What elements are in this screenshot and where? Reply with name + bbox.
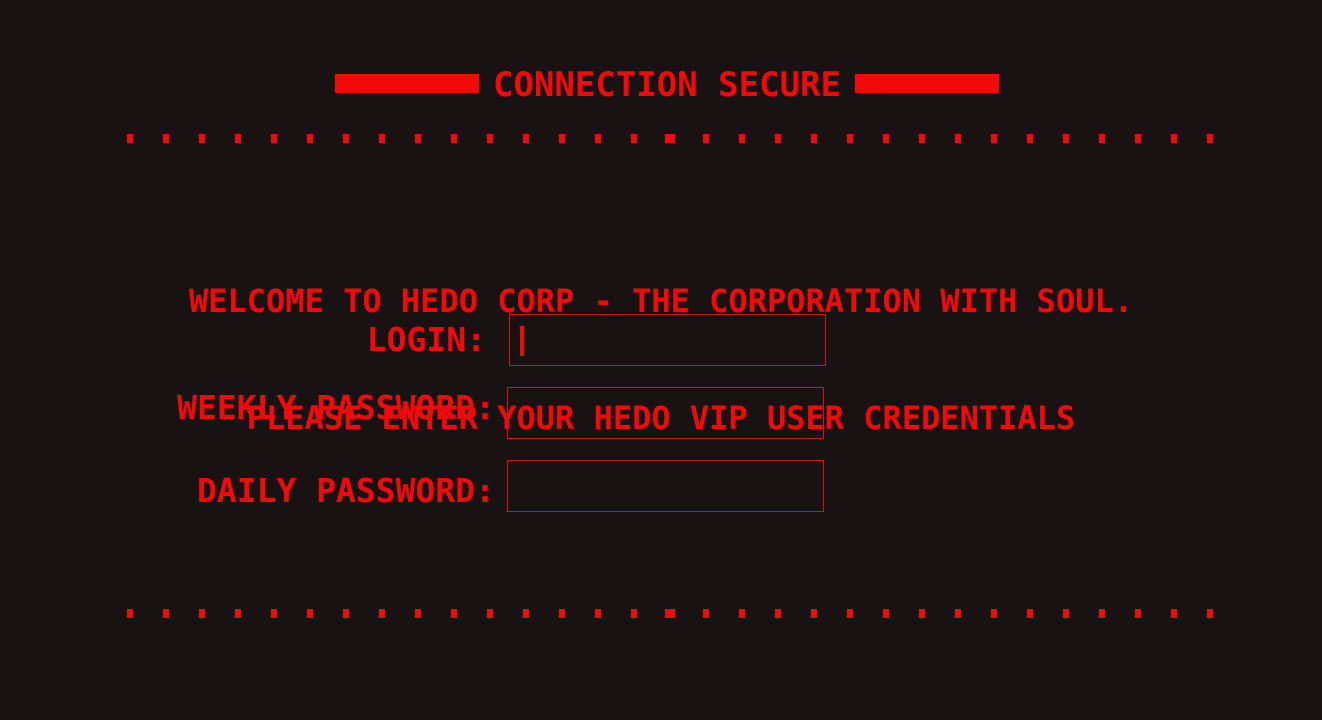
divider-dot	[595, 609, 601, 618]
divider-dot	[631, 134, 637, 143]
divider-dot	[1099, 609, 1105, 618]
divider-dot	[523, 609, 529, 618]
divider-dot	[451, 134, 457, 143]
divider-dot	[1135, 609, 1141, 618]
divider-dot	[271, 134, 277, 143]
divider-dot	[595, 134, 601, 143]
divider-dot	[955, 134, 961, 143]
divider-dot	[199, 609, 205, 618]
divider-dot	[559, 134, 565, 143]
divider-dot	[847, 134, 853, 143]
divider-dot	[559, 609, 565, 618]
divider-dot	[235, 609, 241, 618]
divider-dot	[1099, 134, 1105, 143]
divider-dot	[343, 609, 349, 618]
divider-dot	[1027, 134, 1033, 143]
divider-dot	[235, 134, 241, 143]
divider-dot	[883, 134, 889, 143]
divider-dot	[1171, 609, 1177, 618]
divider-dot	[991, 134, 997, 143]
divider-dot	[487, 609, 493, 618]
divider-dot	[883, 609, 889, 618]
login-label: LOGIN:	[366, 320, 486, 359]
divider-dot	[811, 134, 817, 143]
divider-dot	[163, 609, 169, 618]
header: CONNECTION SECURE	[0, 62, 1322, 108]
divider-dot	[703, 134, 709, 143]
divider-dot	[665, 134, 675, 143]
divider-dot	[739, 134, 745, 143]
divider-dot	[379, 609, 385, 618]
divider-dot	[919, 134, 925, 143]
divider-dot	[1063, 134, 1069, 143]
divider-dot	[451, 609, 457, 618]
divider-dot	[703, 609, 709, 618]
weekly-password-label: WEEKLY PASSWORD:	[177, 388, 495, 427]
divider-dot	[1171, 134, 1177, 143]
divider-dot	[307, 609, 313, 618]
divider-dot	[415, 609, 421, 618]
divider-dot	[775, 134, 781, 143]
divider-dot	[739, 609, 745, 618]
divider-dot	[665, 609, 675, 618]
divider-dot	[1027, 609, 1033, 618]
divider-dot	[343, 134, 349, 143]
daily-password-label: DAILY PASSWORD:	[196, 471, 495, 510]
divider-dot	[775, 609, 781, 618]
divider-dot	[199, 134, 205, 143]
divider-dot	[379, 134, 385, 143]
divider-dot	[847, 609, 853, 618]
divider-dot	[811, 609, 817, 618]
header-bar-right	[855, 74, 999, 93]
divider-dot	[307, 134, 313, 143]
divider-dot	[127, 134, 133, 143]
divider-dot	[523, 134, 529, 143]
daily-password-input[interactable]	[507, 460, 824, 512]
divider-dot	[1135, 134, 1141, 143]
divider-dot	[1063, 609, 1069, 618]
header-title: CONNECTION SECURE	[493, 65, 841, 105]
divider-bottom	[0, 609, 1322, 619]
divider-dot	[487, 134, 493, 143]
divider-dot	[1207, 609, 1213, 618]
divider-dot	[955, 609, 961, 618]
divider-dot	[271, 609, 277, 618]
divider-dot	[163, 134, 169, 143]
weekly-password-input[interactable]	[507, 387, 824, 439]
divider-top	[0, 134, 1322, 144]
login-input[interactable]	[509, 314, 826, 366]
divider-dot	[631, 609, 637, 618]
divider-dot	[127, 609, 133, 618]
divider-dot	[991, 609, 997, 618]
divider-dot	[919, 609, 925, 618]
text-caret	[520, 326, 524, 356]
divider-dot	[1207, 134, 1213, 143]
divider-dot	[415, 134, 421, 143]
header-bar-left	[335, 74, 479, 93]
